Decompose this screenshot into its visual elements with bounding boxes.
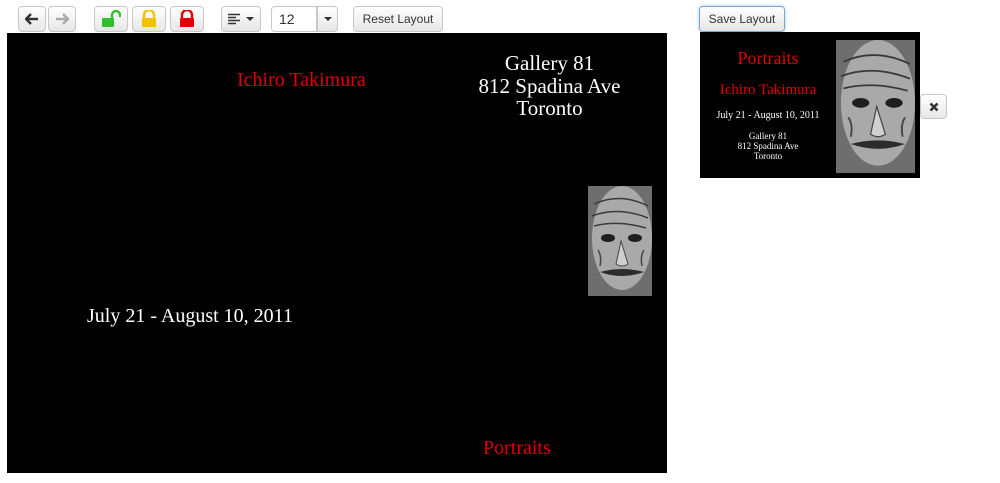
preview-gallery-street-text: 812 Spadina Ave <box>737 141 799 151</box>
chevron-down-icon <box>323 17 332 21</box>
exhibition-dates-text[interactable]: July 21 - August 10, 2011 <box>87 305 293 328</box>
portrait-face-graphic <box>588 186 652 296</box>
undo-button[interactable] <box>18 6 46 32</box>
arrow-left-icon <box>25 13 38 25</box>
lock-red-icon <box>180 10 194 27</box>
lock-open-icon <box>102 10 121 27</box>
preview-gallery-name-text: Gallery 81 <box>748 131 788 141</box>
gallery-name-text: Gallery 81 <box>504 51 595 75</box>
arrow-right-icon <box>56 13 69 25</box>
preview-portrait-image <box>836 40 915 173</box>
delete-layout-button[interactable] <box>920 94 947 119</box>
redo-button[interactable] <box>48 6 76 32</box>
portrait-face-graphic <box>836 40 915 173</box>
close-icon <box>929 102 938 111</box>
reset-layout-button[interactable]: Reset Layout <box>353 6 443 32</box>
font-size-dropdown-button[interactable] <box>317 6 338 32</box>
artist-name-text[interactable]: Ichiro Takimura <box>237 69 366 92</box>
preview-title-text: Portraits <box>737 48 799 68</box>
layout-canvas[interactable]: Ichiro Takimura Gallery 81 812 Spadina A… <box>7 33 667 473</box>
preview-dates-text: July 21 - August 10, 2011 <box>716 110 820 121</box>
lock-full-button[interactable] <box>170 6 204 32</box>
lock-partial-button[interactable] <box>132 6 166 32</box>
gallery-street-text: 812 Spadina Ave <box>478 74 621 98</box>
gallery-address-block[interactable]: Gallery 81 812 Spadina Ave Toronto <box>462 51 637 119</box>
gallery-city-text: Toronto <box>516 96 583 120</box>
font-size-input[interactable] <box>271 6 317 32</box>
align-left-icon <box>228 13 240 25</box>
chevron-down-icon <box>246 17 254 21</box>
preview-gallery-city-text: Toronto <box>753 151 783 161</box>
save-layout-button[interactable]: Save Layout <box>699 6 785 32</box>
portrait-image[interactable] <box>588 186 652 296</box>
preview-artist-text: Ichiro Takimura <box>719 82 817 98</box>
align-dropdown-button[interactable] <box>221 6 261 32</box>
exhibition-title-text[interactable]: Portraits <box>483 437 551 460</box>
layout-preview-thumbnail[interactable]: Portraits Ichiro Takimura July 21 - Augu… <box>700 32 920 178</box>
unlock-button[interactable] <box>94 6 128 32</box>
lock-yellow-icon <box>142 10 156 27</box>
